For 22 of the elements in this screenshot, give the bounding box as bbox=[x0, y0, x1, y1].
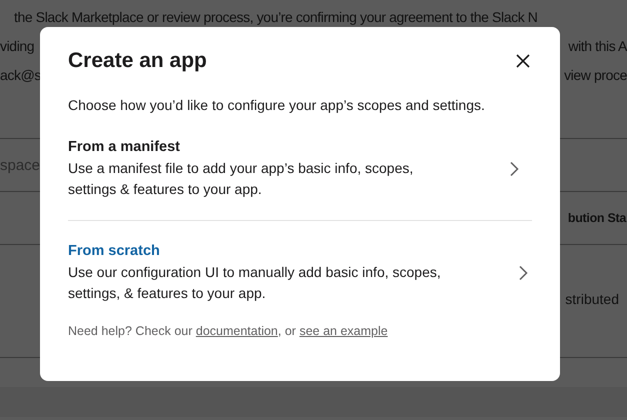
background-text: with this A bbox=[568, 37, 627, 56]
option-description: Use our configuration UI to manually add basic info, scopes, settings, & features to your app. bbox=[68, 263, 442, 303]
example-link[interactable]: see an example bbox=[299, 324, 388, 338]
documentation-link[interactable]: documentation bbox=[196, 324, 278, 338]
help-text: Need help? Check our bbox=[68, 324, 192, 338]
close-icon bbox=[515, 53, 531, 69]
option-description: Use a manifest file to add your app’s basic info, scopes, settings & features to your app. bbox=[68, 159, 414, 199]
dialog-subtitle: Choose how you’d like to configure your app’s scopes and settings. bbox=[68, 97, 486, 113]
option-title: From scratch bbox=[68, 242, 161, 261]
chevron-right-icon bbox=[509, 160, 519, 176]
app-creation-option[interactable]: From scratch Use our configuration UI to manually add basic info, scopes, settings, & features to your app. bbox=[68, 241, 541, 304]
help-text: , or bbox=[278, 324, 296, 338]
dialog-title: Create an app bbox=[68, 49, 207, 73]
chevron-right-icon bbox=[518, 264, 528, 280]
background-text: viding bbox=[0, 37, 34, 56]
background-text: ack@s bbox=[0, 66, 41, 85]
table-header: bution Sta bbox=[568, 211, 626, 225]
table-cell: stributed bbox=[565, 291, 619, 307]
background-text: view proce bbox=[564, 66, 627, 85]
background-text: the Slack Marketplace or review process, you’re confirming your agreement to the Slack N bbox=[14, 8, 538, 27]
app-creation-option[interactable]: From a manifest Use a manifest file to add your app’s basic info, scopes, settings & features to your app. bbox=[68, 137, 532, 200]
option-title: From a manifest bbox=[68, 138, 181, 157]
